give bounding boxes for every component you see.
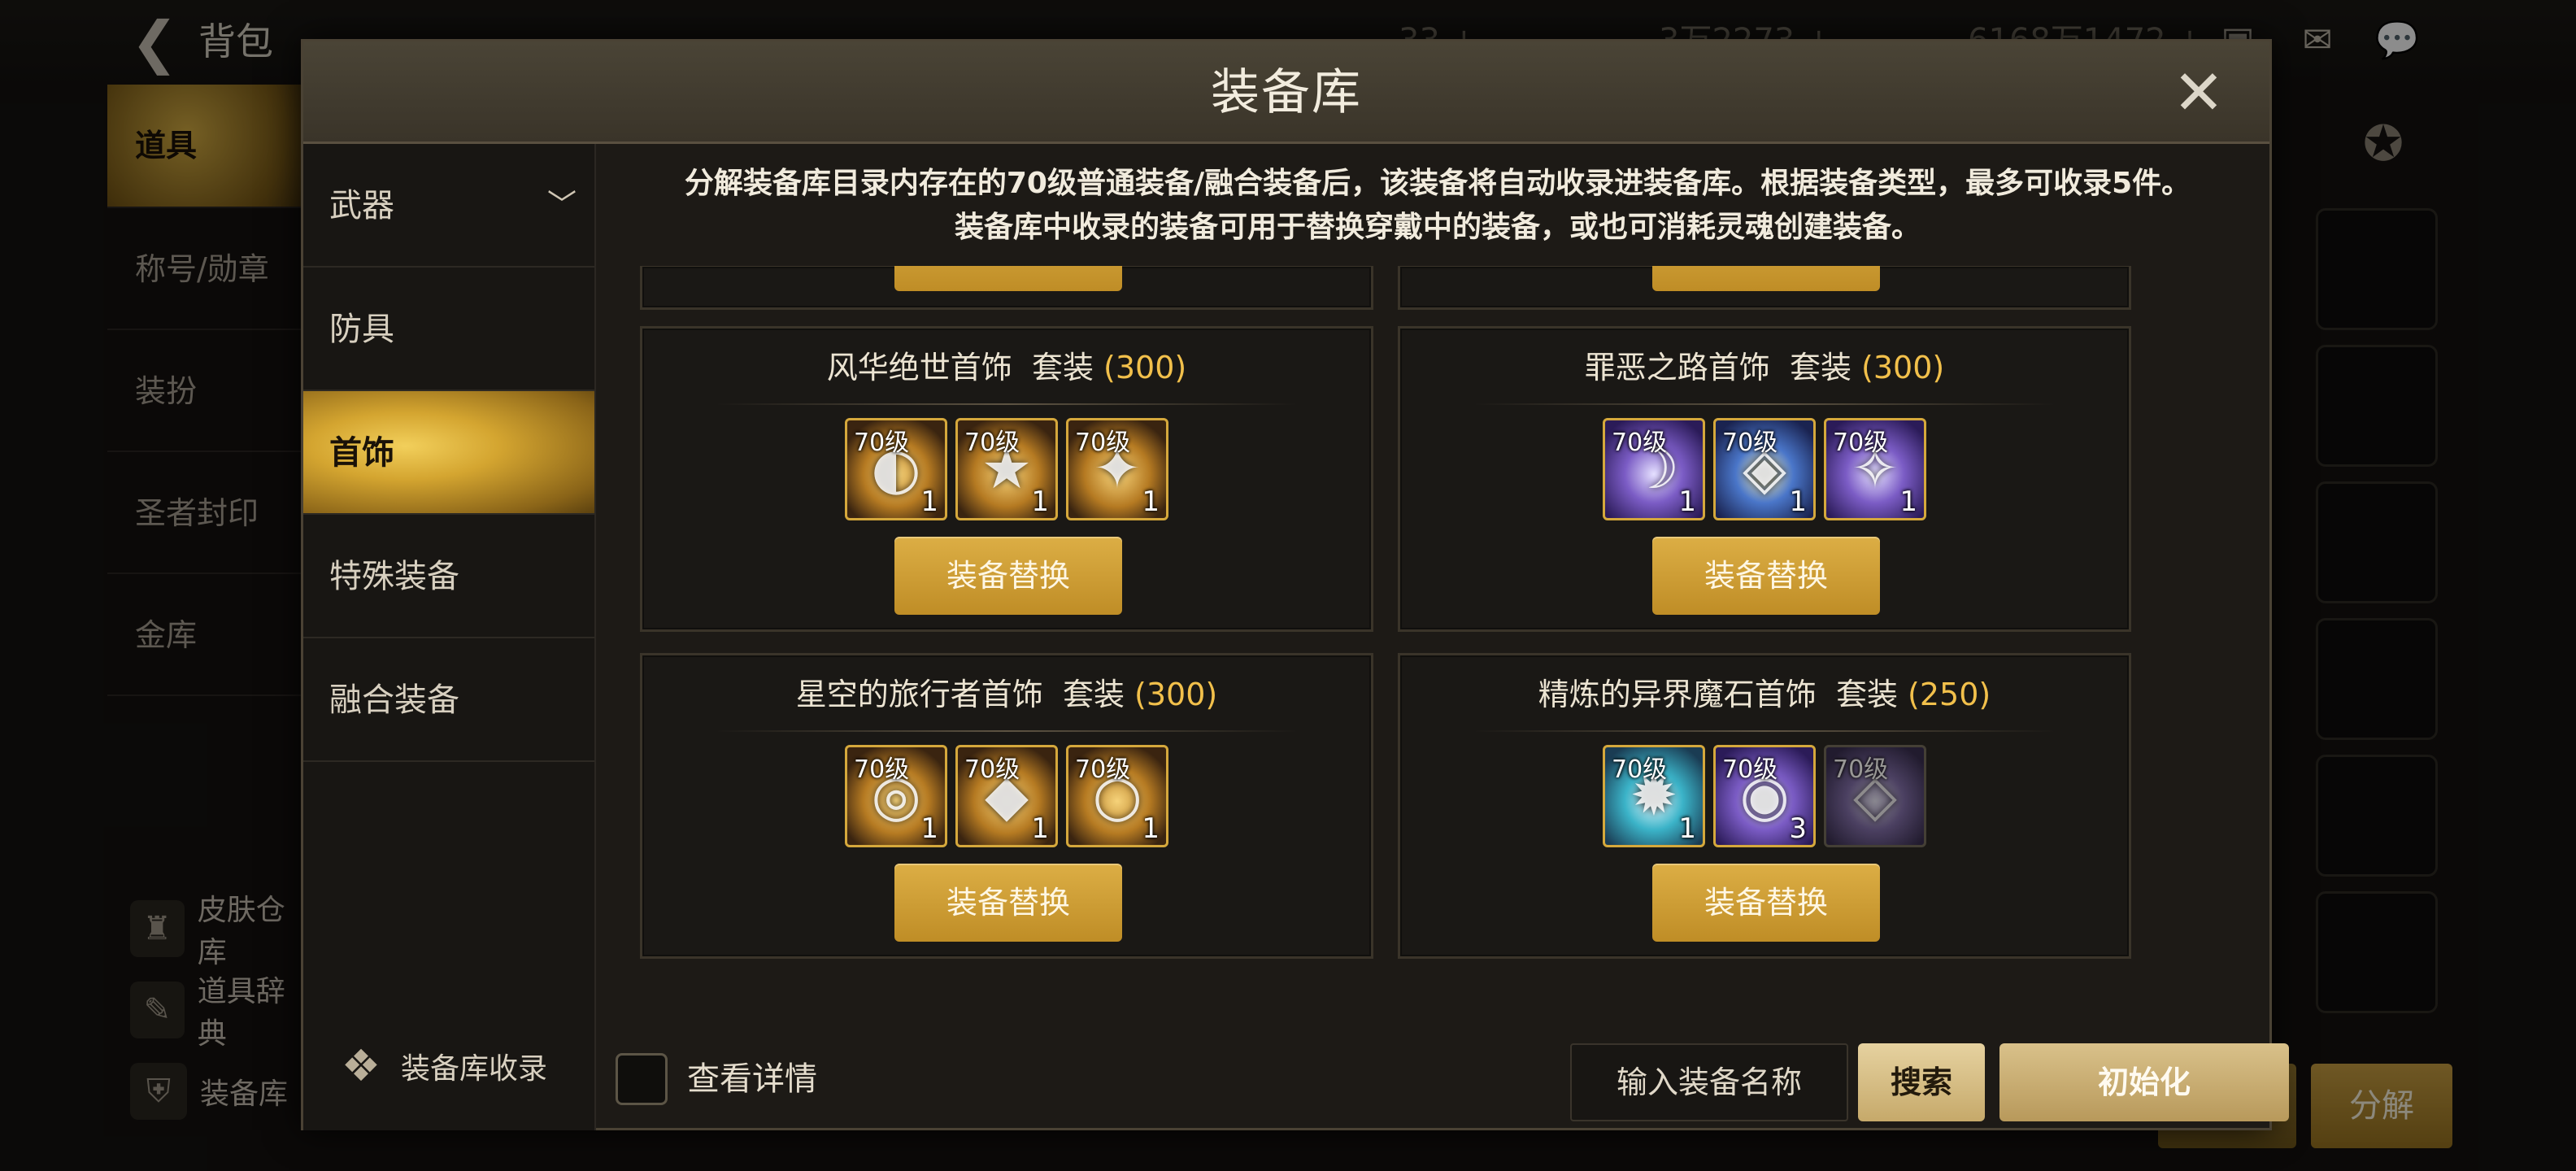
set-name: 精炼的异界魔石首饰	[1538, 677, 1817, 712]
set-card-partial: 装备替换	[640, 266, 1373, 310]
item-level: 70级	[1722, 755, 1778, 784]
tab-armor-label: 防具	[329, 311, 394, 348]
replace-equipment-button[interactable]: 装备替换	[1652, 864, 1880, 942]
view-details-checkbox[interactable]	[616, 1053, 668, 1105]
set-name: 罪恶之路首饰	[1584, 350, 1770, 385]
divider	[716, 730, 1298, 732]
item-level: 70级	[1833, 755, 1889, 784]
divider	[716, 403, 1298, 405]
item-qty: 1	[1031, 812, 1049, 845]
item-qty: 1	[1899, 485, 1917, 518]
equipment-item-locked[interactable]: ◇ 70级	[1824, 745, 1926, 847]
item-qty: 1	[1142, 812, 1160, 845]
set-title: 风华绝世首饰 套装 (300)	[642, 346, 1371, 389]
chevron-down-icon: ﹀	[546, 189, 577, 222]
item-level: 70级	[1612, 755, 1668, 784]
set-card: 精炼的异界魔石首饰 套装 (250) ✹ 70级 1 ◉ 70级 3 ◇ 70级 装备替换	[1398, 653, 2131, 959]
set-suffix: 套装	[1789, 350, 1852, 385]
notice-line1-rest: 后，该装备将自动收录进装备库。根据装备类型，最多可收录5件。	[1321, 167, 2191, 200]
set-suffix: 套装	[1062, 677, 1125, 712]
item-qty: 1	[1789, 485, 1807, 518]
replace-equipment-button[interactable]: 装备替换	[1652, 266, 1880, 291]
item-level: 70级	[1075, 429, 1131, 457]
vault-category-sidebar: 武器 ﹀ 防具 首饰 特殊装备 融合装备 ❖ 装备库收录	[303, 144, 596, 1130]
tab-fusion-label: 融合装备	[329, 681, 459, 719]
replace-equipment-button[interactable]: 装备替换	[1652, 537, 1880, 615]
tab-weapon-label: 武器	[329, 187, 394, 224]
vault-collection-label: 装备库收录	[401, 1052, 548, 1086]
set-card: 罪恶之路首饰 套装 (300) ☽ 70级 1 ◈ 70级 1 ✧ 70级 1 装备替换	[1398, 326, 2131, 632]
item-level: 70级	[854, 429, 910, 457]
set-title: 星空的旅行者首饰 套装 (300)	[642, 673, 1371, 716]
tab-accessory-label: 首饰	[329, 434, 394, 472]
set-count: (300)	[1103, 350, 1187, 385]
modal-title: 装备库	[1211, 64, 1362, 121]
modal-footer: 查看详情 输入装备名称 搜索 初始化	[596, 1027, 2289, 1130]
equipment-item[interactable]: ◈ 70级 1	[1713, 418, 1816, 520]
item-level: 70级	[854, 755, 910, 784]
equipment-item[interactable]: ◎ 70级 1	[845, 745, 947, 847]
item-qty: 1	[1031, 485, 1049, 518]
view-details-label[interactable]: 查看详情	[687, 1053, 817, 1105]
divider	[1473, 403, 2056, 405]
tab-armor[interactable]: 防具	[303, 268, 594, 391]
item-level: 70级	[1722, 429, 1778, 457]
set-card: 风华绝世首饰 套装 (300) ◐ 70级 1 ★ 70级 1 ✦ 70级 1 装备替换	[640, 326, 1373, 632]
set-card: 星空的旅行者首饰 套装 (300) ◎ 70级 1 ◆ 70级 1 ○ 70级 1 装备替换	[640, 653, 1373, 959]
equipment-vault-modal: 装备库 ✕ 武器 ﹀ 防具 首饰 特殊装备 融合装备 ❖ 装备库收录 分解装备库…	[301, 39, 2289, 1130]
tab-accessory[interactable]: 首饰	[303, 391, 594, 515]
notice-line2: 装备库中收录的装备可用于替换穿戴中的装备，或也可消耗灵魂创建装备。	[954, 211, 1921, 244]
vault-notice: 分解装备库目录内存在的70级普通装备/融合装备后，该装备将自动收录进装备库。根据…	[612, 162, 2263, 250]
equipment-item[interactable]: ☽ 70级 1	[1603, 418, 1705, 520]
equipment-search-input[interactable]: 输入装备名称	[1570, 1043, 1848, 1121]
replace-equipment-button[interactable]: 装备替换	[894, 537, 1122, 615]
set-name: 风华绝世首饰	[826, 350, 1012, 385]
equipment-item[interactable]: ○ 70级 1	[1066, 745, 1168, 847]
item-qty: 1	[920, 485, 938, 518]
equipment-item[interactable]: ◐ 70级 1	[845, 418, 947, 520]
set-count: (300)	[1134, 677, 1218, 712]
item-qty: 3	[1789, 812, 1807, 845]
replace-equipment-button[interactable]: 装备替换	[894, 864, 1122, 942]
tab-special-equipment[interactable]: 特殊装备	[303, 515, 594, 638]
item-level: 70级	[964, 429, 1020, 457]
tab-special-label: 特殊装备	[329, 558, 459, 595]
tab-fusion-equipment[interactable]: 融合装备	[303, 638, 594, 762]
item-level: 70级	[964, 755, 1020, 784]
vault-collection-link[interactable]: ❖ 装备库收录	[333, 1038, 547, 1095]
equipment-item[interactable]: ✦ 70级 1	[1066, 418, 1168, 520]
equipment-item[interactable]: ✹ 70级 1	[1603, 745, 1705, 847]
set-title: 罪恶之路首饰 套装 (300)	[1400, 346, 2129, 389]
tab-weapon[interactable]: 武器 ﹀	[303, 144, 594, 268]
item-level: 70级	[1075, 755, 1131, 784]
equipment-item[interactable]: ✧ 70级 1	[1824, 418, 1926, 520]
set-title: 精炼的异界魔石首饰 套装 (250)	[1400, 673, 2129, 716]
divider	[1473, 730, 2056, 732]
item-qty: 1	[920, 812, 938, 845]
equipment-item[interactable]: ◉ 70级 3	[1713, 745, 1816, 847]
emblem-icon: ❖	[341, 1040, 381, 1091]
set-card-partial: 装备替换	[1398, 266, 2131, 310]
item-qty: 1	[1678, 485, 1696, 518]
item-qty: 1	[1142, 485, 1160, 518]
set-count: (250)	[1908, 677, 1991, 712]
close-icon[interactable]: ✕	[2170, 62, 2227, 124]
item-qty: 1	[1678, 812, 1696, 845]
set-suffix: 套装	[1835, 677, 1898, 712]
set-list[interactable]: 装备替换 装备替换 风华绝世首饰 套装 (300) ◐70级1 ★70级1 ✦7…	[640, 266, 2201, 1027]
set-suffix: 套装	[1031, 350, 1094, 385]
item-level: 70级	[1612, 429, 1668, 457]
search-button[interactable]: 搜索	[1858, 1043, 1985, 1121]
item-level: 70级	[1833, 429, 1889, 457]
reset-button[interactable]: 初始化	[1999, 1043, 2289, 1121]
set-count: (300)	[1861, 350, 1945, 385]
notice-highlight: 分解装备库目录内存在的70级普通装备/融合装备	[684, 167, 1322, 200]
set-name: 星空的旅行者首饰	[795, 677, 1043, 712]
equipment-item[interactable]: ◆ 70级 1	[955, 745, 1058, 847]
equipment-item[interactable]: ★ 70级 1	[955, 418, 1058, 520]
replace-equipment-button[interactable]: 装备替换	[894, 266, 1122, 291]
